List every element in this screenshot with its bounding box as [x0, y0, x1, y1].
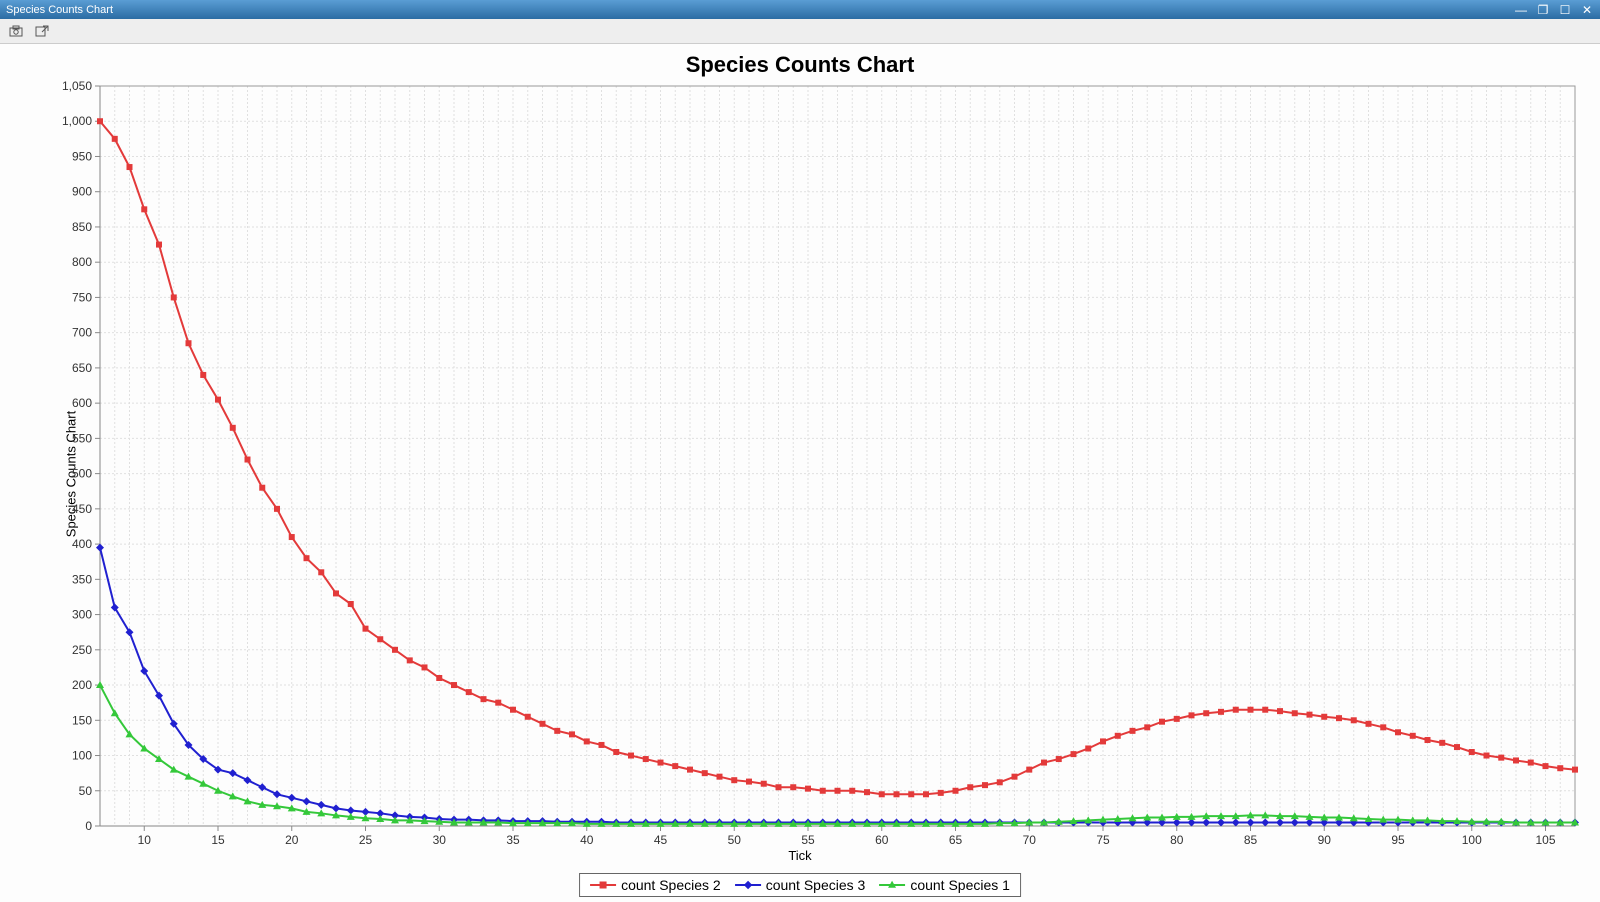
svg-text:300: 300: [72, 608, 92, 622]
svg-text:35: 35: [506, 833, 520, 847]
window-controls: ― ❐ ☐ ✕: [1514, 4, 1594, 16]
svg-text:105: 105: [1535, 833, 1555, 847]
svg-text:65: 65: [949, 833, 963, 847]
svg-text:15: 15: [211, 833, 225, 847]
svg-text:70: 70: [1023, 833, 1037, 847]
legend-label: count Species 2: [621, 877, 721, 893]
svg-text:50: 50: [79, 784, 93, 798]
svg-text:900: 900: [72, 185, 92, 199]
svg-text:60: 60: [875, 833, 889, 847]
svg-text:200: 200: [72, 678, 92, 692]
legend-marker-species3: [735, 880, 761, 890]
legend: count Species 2 count Species 3 count Sp…: [579, 873, 1021, 897]
svg-text:0: 0: [85, 819, 92, 833]
svg-text:95: 95: [1391, 833, 1405, 847]
chart-svg: 10 15 20 25 30 35 40 45 50 55 60 65 70 75 80 85 90 95 100 1…: [0, 44, 1600, 902]
svg-text:400: 400: [72, 537, 92, 551]
x-axis-label: Tick: [0, 848, 1600, 863]
camera-icon[interactable]: [6, 21, 26, 41]
svg-text:75: 75: [1096, 833, 1110, 847]
svg-text:45: 45: [654, 833, 668, 847]
svg-text:600: 600: [72, 396, 92, 410]
svg-text:80: 80: [1170, 833, 1184, 847]
svg-text:150: 150: [72, 713, 92, 727]
svg-text:800: 800: [72, 255, 92, 269]
chart-area: Species Counts Chart Species Counts Char…: [0, 44, 1600, 902]
restore-button[interactable]: ❐: [1536, 4, 1550, 16]
svg-text:25: 25: [359, 833, 373, 847]
svg-text:1,050: 1,050: [62, 79, 92, 93]
svg-text:40: 40: [580, 833, 594, 847]
svg-text:650: 650: [72, 361, 92, 375]
svg-text:50: 50: [728, 833, 742, 847]
legend-item-species2[interactable]: count Species 2: [590, 877, 721, 893]
svg-text:1,000: 1,000: [62, 114, 92, 128]
svg-text:10: 10: [138, 833, 152, 847]
svg-text:90: 90: [1318, 833, 1332, 847]
svg-text:550: 550: [72, 431, 92, 445]
svg-text:950: 950: [72, 149, 92, 163]
svg-text:850: 850: [72, 220, 92, 234]
svg-text:250: 250: [72, 643, 92, 657]
close-button[interactable]: ✕: [1580, 4, 1594, 16]
legend-item-species3[interactable]: count Species 3: [735, 877, 866, 893]
svg-text:450: 450: [72, 502, 92, 516]
svg-text:500: 500: [72, 467, 92, 481]
svg-text:85: 85: [1244, 833, 1258, 847]
svg-text:30: 30: [433, 833, 447, 847]
export-icon[interactable]: [32, 21, 52, 41]
svg-text:55: 55: [801, 833, 815, 847]
legend-label: count Species 3: [766, 877, 866, 893]
window-titlebar: Species Counts Chart ― ❐ ☐ ✕: [0, 0, 1600, 19]
svg-text:100: 100: [72, 749, 92, 763]
minimize-button[interactable]: ―: [1514, 4, 1528, 16]
maximize-button[interactable]: ☐: [1558, 4, 1572, 16]
svg-text:700: 700: [72, 326, 92, 340]
svg-text:350: 350: [72, 572, 92, 586]
svg-text:20: 20: [285, 833, 299, 847]
legend-label: count Species 1: [910, 877, 1010, 893]
toolbar: [0, 19, 1600, 44]
svg-text:100: 100: [1462, 833, 1482, 847]
legend-item-species1[interactable]: count Species 1: [879, 877, 1010, 893]
legend-marker-species1: [879, 880, 905, 890]
svg-text:750: 750: [72, 290, 92, 304]
legend-marker-species2: [590, 880, 616, 890]
window-title: Species Counts Chart: [6, 4, 1514, 16]
